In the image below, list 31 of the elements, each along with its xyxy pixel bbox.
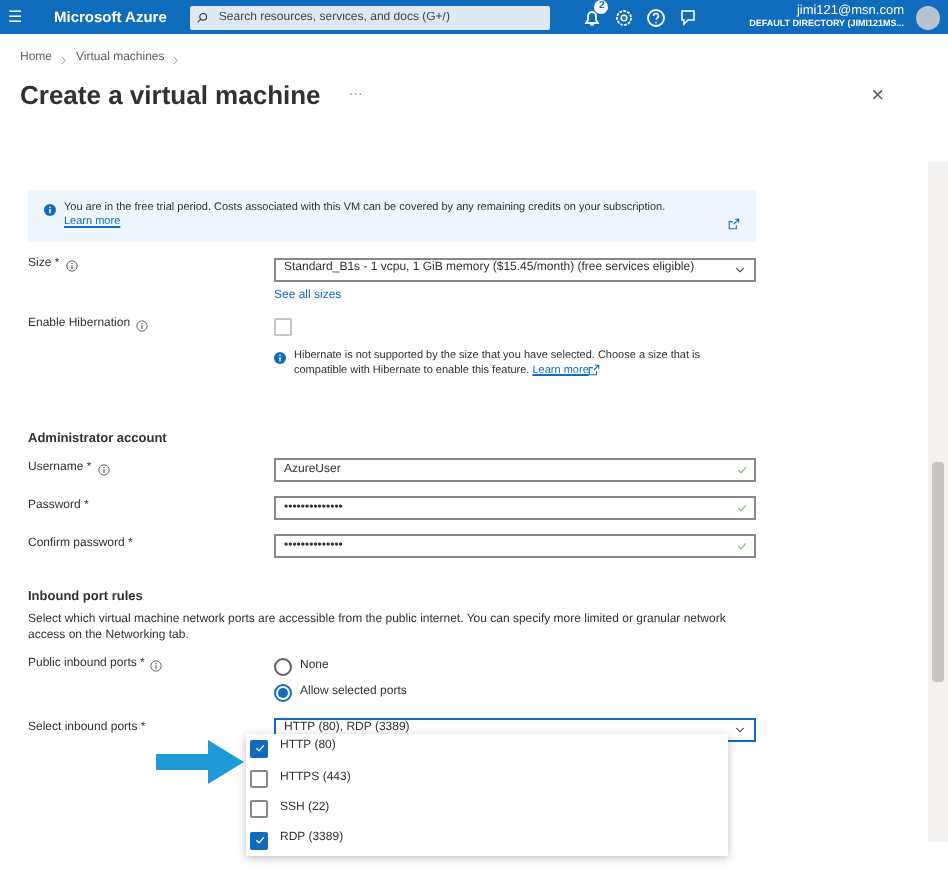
port-checkbox[interactable] <box>250 770 268 789</box>
info-icon[interactable] <box>97 463 110 476</box>
external-link-icon <box>588 363 601 376</box>
radio-button[interactable] <box>274 683 292 702</box>
info-icon <box>44 203 56 216</box>
scroll-thumb[interactable] <box>932 461 944 682</box>
info-icon <box>274 351 286 364</box>
scrollbar[interactable] <box>928 161 948 842</box>
check-icon <box>253 742 265 755</box>
external-link-icon <box>728 217 740 230</box>
info-icon[interactable] <box>65 259 78 272</box>
info-icon[interactable] <box>136 319 149 332</box>
menu-button[interactable]: ☰ <box>8 5 22 29</box>
settings-icon[interactable] <box>614 7 635 27</box>
port-checkbox[interactable] <box>250 739 268 758</box>
close-button[interactable]: × <box>871 85 884 108</box>
feedback-icon[interactable] <box>678 7 699 27</box>
port-checkbox[interactable] <box>250 831 268 850</box>
info-icon[interactable] <box>150 659 163 672</box>
help-icon[interactable] <box>646 7 667 27</box>
check-icon <box>253 834 265 847</box>
chevron-right-icon <box>172 52 181 68</box>
page-title: Create a virtual machine <box>20 79 321 114</box>
bell-icon[interactable] <box>582 7 603 27</box>
chevron-down-icon[interactable] <box>734 263 746 276</box>
chevron-down-icon[interactable] <box>734 723 746 736</box>
chevron-right-icon <box>60 52 69 68</box>
port-checkbox[interactable] <box>250 800 268 819</box>
arrow-icon <box>156 739 244 784</box>
radio-button[interactable] <box>274 657 292 676</box>
avatar[interactable] <box>916 5 940 29</box>
